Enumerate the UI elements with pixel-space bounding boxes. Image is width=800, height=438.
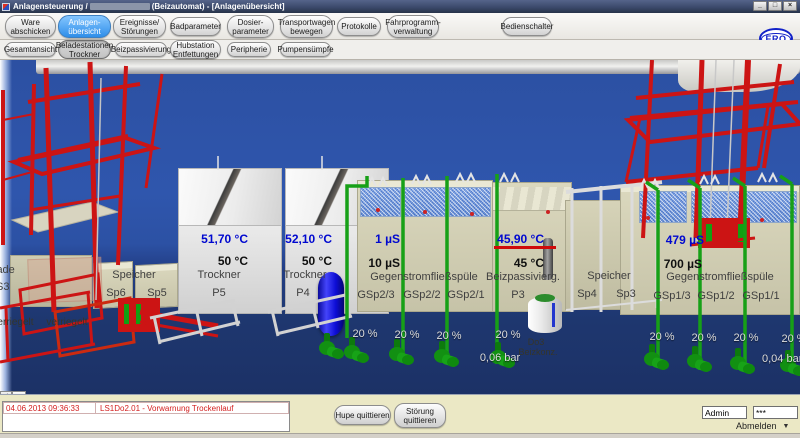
interlock-status-2: verriegelt bbox=[42, 317, 92, 328]
sp5-id: Sp5 bbox=[140, 287, 174, 299]
p4-name: Trockner bbox=[266, 269, 344, 281]
p4-id: P4 bbox=[264, 287, 342, 299]
pressure-right: 0,04 bar bbox=[762, 353, 800, 365]
valve-6-opening: 20 % bbox=[644, 331, 680, 343]
gsp2-actual-cond: 1 µS bbox=[330, 232, 400, 246]
gsp1-tank2-id: GSp1/2 bbox=[694, 290, 738, 302]
p3-limit-line bbox=[494, 246, 556, 249]
p5-set-temp: 50 °C bbox=[178, 254, 248, 268]
gsp1-actual-cond: 479 µS bbox=[634, 233, 704, 247]
valve-2-opening: 20 % bbox=[347, 328, 383, 340]
button-stoerung-quittieren[interactable]: Störung quittieren bbox=[394, 403, 446, 428]
minimize-button[interactable]: _ bbox=[753, 1, 767, 11]
station-left-name: lade bbox=[0, 264, 28, 276]
do3-label-line2: Beizkonz. bbox=[512, 347, 564, 357]
close-button[interactable]: × bbox=[783, 1, 797, 11]
button-fahrprogrammverwaltung[interactable]: Fahrprogramm- verwaltung bbox=[387, 15, 439, 38]
logout-label: Abmelden bbox=[736, 421, 777, 431]
valve-9-opening: 20 % bbox=[776, 333, 800, 345]
window-bottom-edge bbox=[0, 433, 800, 438]
p5-id: P5 bbox=[180, 287, 258, 299]
redacted-plant-name bbox=[90, 3, 150, 10]
alarm-timestamp: 04.06.2013 09:36:33 bbox=[4, 403, 96, 413]
status-bar: 04.06.2013 09:36:33 LS1Do2.01 - Vorwarnu… bbox=[0, 394, 800, 433]
sp-left-name: Speicher bbox=[104, 269, 164, 281]
p3-name: Beizpassivierg. bbox=[486, 271, 560, 283]
valve-4-opening: 20 % bbox=[431, 330, 467, 342]
gsp1-name: Gegenstromfließspüle bbox=[650, 271, 790, 283]
button-dosierparameter[interactable]: Dosier- parameter bbox=[227, 15, 274, 38]
sp6-id: Sp6 bbox=[100, 287, 132, 299]
transport-crane-right bbox=[626, 60, 800, 248]
station-left-id: S3 bbox=[0, 281, 20, 293]
p3-set-temp: 45 °C bbox=[478, 256, 544, 270]
gsp2-tank1-id: GSp2/1 bbox=[446, 289, 486, 301]
gsp2-tank3-id: GSp2/3 bbox=[356, 289, 396, 301]
p4-set-temp: 50 °C bbox=[262, 254, 332, 268]
gsp2-name: Gegenstromfließspüle bbox=[358, 271, 490, 283]
do3-label-line1: Do3 bbox=[518, 337, 554, 347]
button-hubstation-entfettungen[interactable]: Hubstation Entfettungen bbox=[170, 40, 221, 59]
gsp1-tank1-id: GSp1/1 bbox=[739, 290, 783, 302]
p5-actual-temp: 51,70 °C bbox=[178, 232, 248, 246]
view-toolbar: Gesamtansicht Beladestationen Trockner B… bbox=[0, 40, 800, 60]
sp3-id: Sp3 bbox=[606, 288, 646, 300]
scene-structures bbox=[0, 60, 800, 394]
logout-control[interactable]: Abmelden ▼ bbox=[736, 421, 789, 431]
username-field[interactable] bbox=[702, 406, 747, 419]
gsp2-tank2-id: GSp2/2 bbox=[402, 289, 442, 301]
sp-right-name: Speicher bbox=[576, 270, 642, 282]
button-bedienschalter[interactable]: Bedienschalter bbox=[502, 17, 552, 36]
p3-id: P3 bbox=[486, 289, 550, 301]
valve-7-opening: 20 % bbox=[686, 332, 722, 344]
p4-actual-temp: 52,10 °C bbox=[262, 232, 332, 246]
button-ereignisse-stoerungen[interactable]: Ereignisse/ Störungen bbox=[113, 15, 166, 38]
button-transportwagen-bewegen[interactable]: Transportwagen bewegen bbox=[280, 15, 333, 38]
sp4-id: Sp4 bbox=[566, 288, 608, 300]
button-peripherie[interactable]: Peripherie bbox=[227, 42, 271, 57]
password-field[interactable] bbox=[753, 406, 798, 419]
valve-8-opening: 20 % bbox=[728, 332, 764, 344]
alarm-message: LS1Do2.01 - Vorwarnung Trockenlauf bbox=[96, 403, 233, 414]
main-toolbar: Ware abschicken Anlagen- übersicht Ereig… bbox=[0, 13, 800, 40]
valve-8[interactable] bbox=[730, 348, 755, 375]
p3-actual-temp: 45,90 °C bbox=[478, 232, 544, 246]
interlock-status-1: verriegelt bbox=[0, 317, 38, 328]
button-beizpassivierung[interactable]: Beizpassivierung bbox=[115, 42, 167, 57]
title-bar: Anlagensteuerung / (Beizautomat) - [Anla… bbox=[0, 0, 800, 13]
window-title-prefix: Anlagensteuerung / bbox=[13, 2, 88, 11]
valve-3-opening: 20 % bbox=[389, 329, 425, 341]
maximize-button[interactable]: □ bbox=[768, 1, 782, 11]
gsp1-tank3-id: GSp1/3 bbox=[650, 290, 694, 302]
window-controls: _ □ × bbox=[753, 1, 797, 11]
button-hupe-quittieren[interactable]: Hupe quittieren bbox=[334, 405, 391, 425]
button-protokolle[interactable]: Protokolle bbox=[337, 17, 381, 36]
button-badparameter[interactable]: Badparameter bbox=[170, 17, 221, 36]
alarm-row[interactable]: 04.06.2013 09:36:33 LS1Do2.01 - Vorwarnu… bbox=[3, 402, 289, 414]
button-gesamtansicht[interactable]: Gesamtansicht bbox=[5, 42, 56, 57]
button-pumpensuempfe[interactable]: Pumpensümpfe bbox=[280, 42, 331, 57]
valve-2[interactable] bbox=[344, 337, 369, 364]
button-beladestationen-trockner[interactable]: Beladestationen Trockner bbox=[58, 40, 111, 59]
gsp1-set-cond: 700 µS bbox=[632, 257, 702, 271]
plant-3d-view[interactable]: 51,70 °C 50 °C Trockner P5 52,10 °C 50 °… bbox=[0, 60, 800, 394]
alarm-list[interactable]: 04.06.2013 09:36:33 LS1Do2.01 - Vorwarnu… bbox=[2, 401, 290, 432]
button-anlagenuebersicht[interactable]: Anlagen- übersicht bbox=[58, 15, 111, 38]
valve-1[interactable] bbox=[319, 333, 344, 360]
button-ware-abschicken[interactable]: Ware abschicken bbox=[5, 15, 56, 38]
window-title-suffix: (Beizautomat) - [Anlagenübersicht] bbox=[152, 2, 285, 11]
p5-name: Trockner bbox=[180, 269, 258, 281]
gsp2-set-cond: 10 µS bbox=[330, 256, 400, 270]
chevron-down-icon: ▼ bbox=[783, 423, 790, 430]
app-icon bbox=[2, 3, 10, 11]
